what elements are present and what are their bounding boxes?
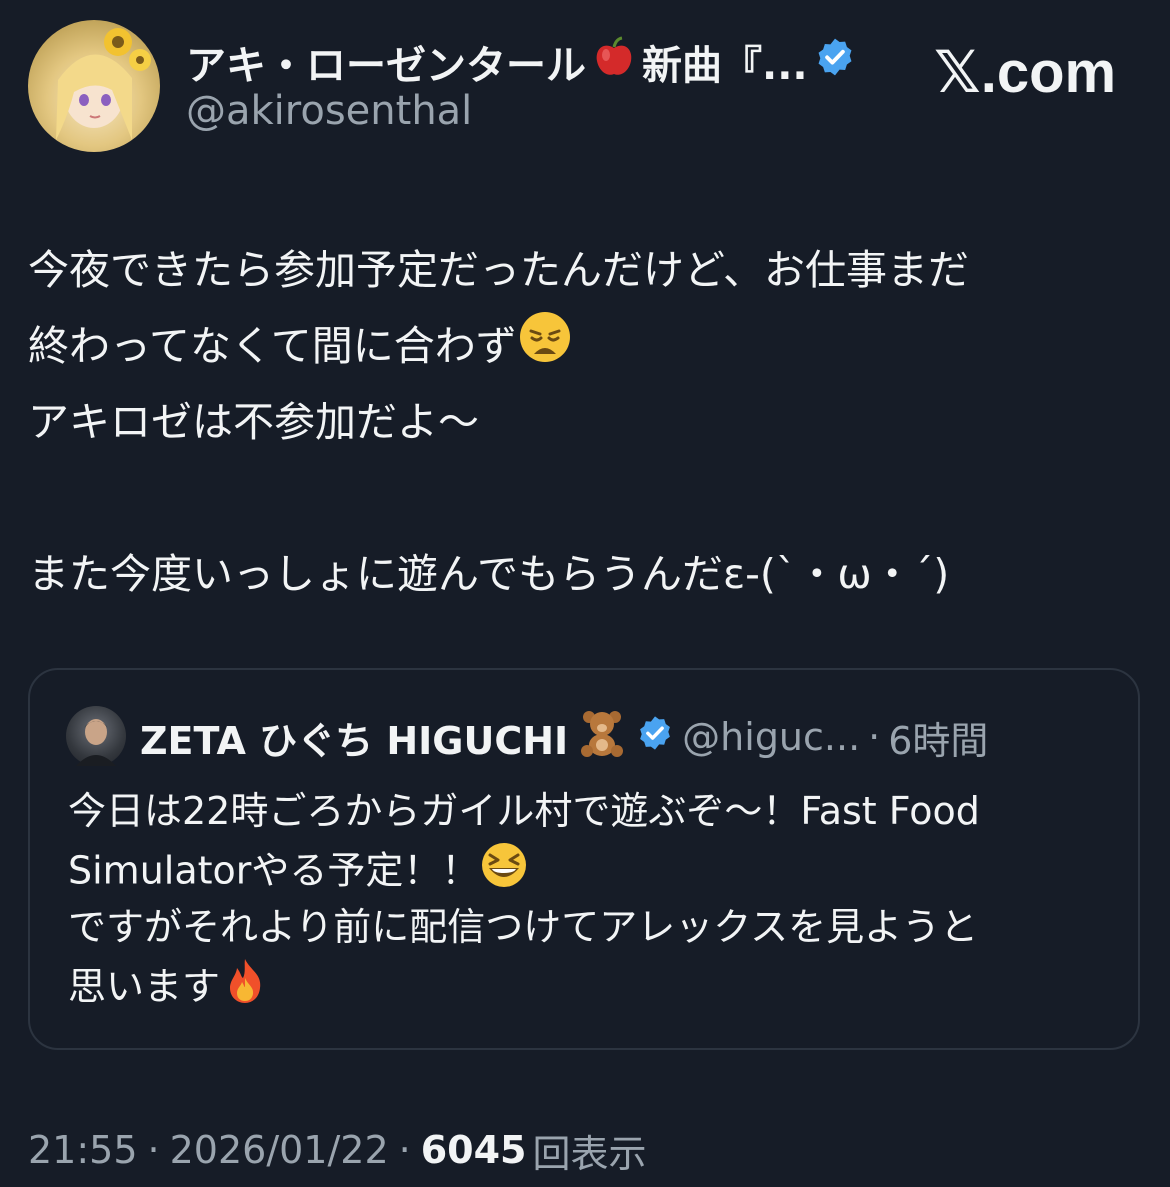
author-name[interactable]: アキ・ローゼンタール — [186, 33, 586, 91]
grinning-squinting-face-icon — [479, 840, 529, 906]
post-date[interactable]: 2026/01/22 — [170, 1128, 389, 1172]
post-time[interactable]: 21:55 — [28, 1128, 138, 1172]
fire-icon — [220, 956, 270, 1022]
quoted-author-avatar[interactable] — [66, 706, 126, 766]
quoted-text: 今日は22時ごろからガイル村で遊ぶぞ〜！Fast Food Simulatorや… — [68, 782, 1118, 1014]
teddy-bear-icon — [576, 707, 628, 768]
quoted-avatar-photo — [76, 719, 116, 766]
apple-icon — [592, 35, 636, 89]
quoted-verified-badge-icon — [636, 714, 674, 761]
quoted-line-2-text: Simulatorやる予定！！ — [68, 848, 480, 893]
post-line-1: 今夜できたら参加予定だったんだけど、お仕事まだ — [28, 246, 969, 294]
post-text: 今夜できたら参加予定だったんだけど、お仕事まだ 終わってなくて間に合わず アキロ… — [28, 232, 1143, 612]
author-avatar[interactable] — [28, 20, 160, 152]
quoted-line-1: 今日は22時ごろからガイル村で遊ぶぞ〜！Fast Food — [68, 789, 980, 833]
weary-face-icon — [517, 309, 573, 389]
post-line-3: アキロゼは不参加だよ〜 — [28, 398, 479, 446]
quoted-post[interactable]: ZETA ひぐち HIGUCHI @higuc... · 6時間 今日は22時ご — [28, 668, 1140, 1050]
view-count-label[interactable]: 回表示 — [533, 1123, 647, 1178]
post-line-5: また今度いっしょに遊んでもらうんだε-(`・ω・´) — [28, 550, 950, 598]
quoted-author-name[interactable]: ZETA ひぐち HIGUCHI — [140, 710, 568, 765]
author-name-row[interactable]: アキ・ローゼンタール 新曲『... — [186, 34, 856, 90]
quoted-author-handle[interactable]: @higuc... — [682, 715, 860, 759]
quoted-line-3: ですがそれより前に配信つけてアレックスを見ようと — [68, 905, 979, 949]
author-handle[interactable]: @akirosenthal — [186, 88, 472, 134]
post-line-2-text: 終わってなくて間に合わず — [28, 322, 517, 370]
quoted-timestamp[interactable]: 6時間 — [888, 710, 988, 765]
quoted-line-4-text: 思います — [68, 964, 221, 1009]
view-count[interactable]: 6045 — [421, 1128, 527, 1172]
x-logo[interactable]: 𝕏.com — [934, 40, 1116, 105]
author-name-suffix[interactable]: 新曲『... — [642, 33, 808, 91]
post-line-2: 終わってなくて間に合わず — [28, 308, 1143, 384]
post-meta: 21:55 · 2026/01/22 · 6045 回表示 — [28, 1122, 647, 1178]
post-line-4 — [28, 460, 1143, 536]
avatar-illustration — [56, 28, 151, 141]
meta-separator-1: · — [147, 1128, 160, 1172]
quoted-line-2: Simulatorやる予定！！ — [68, 840, 1118, 898]
quoted-header: ZETA ひぐち HIGUCHI @higuc... · 6時間 — [140, 708, 988, 766]
verified-badge-icon — [814, 36, 856, 88]
meta-separator-2: · — [398, 1128, 411, 1172]
quoted-separator: · — [868, 715, 881, 759]
quoted-line-4: 思います — [68, 956, 1118, 1014]
